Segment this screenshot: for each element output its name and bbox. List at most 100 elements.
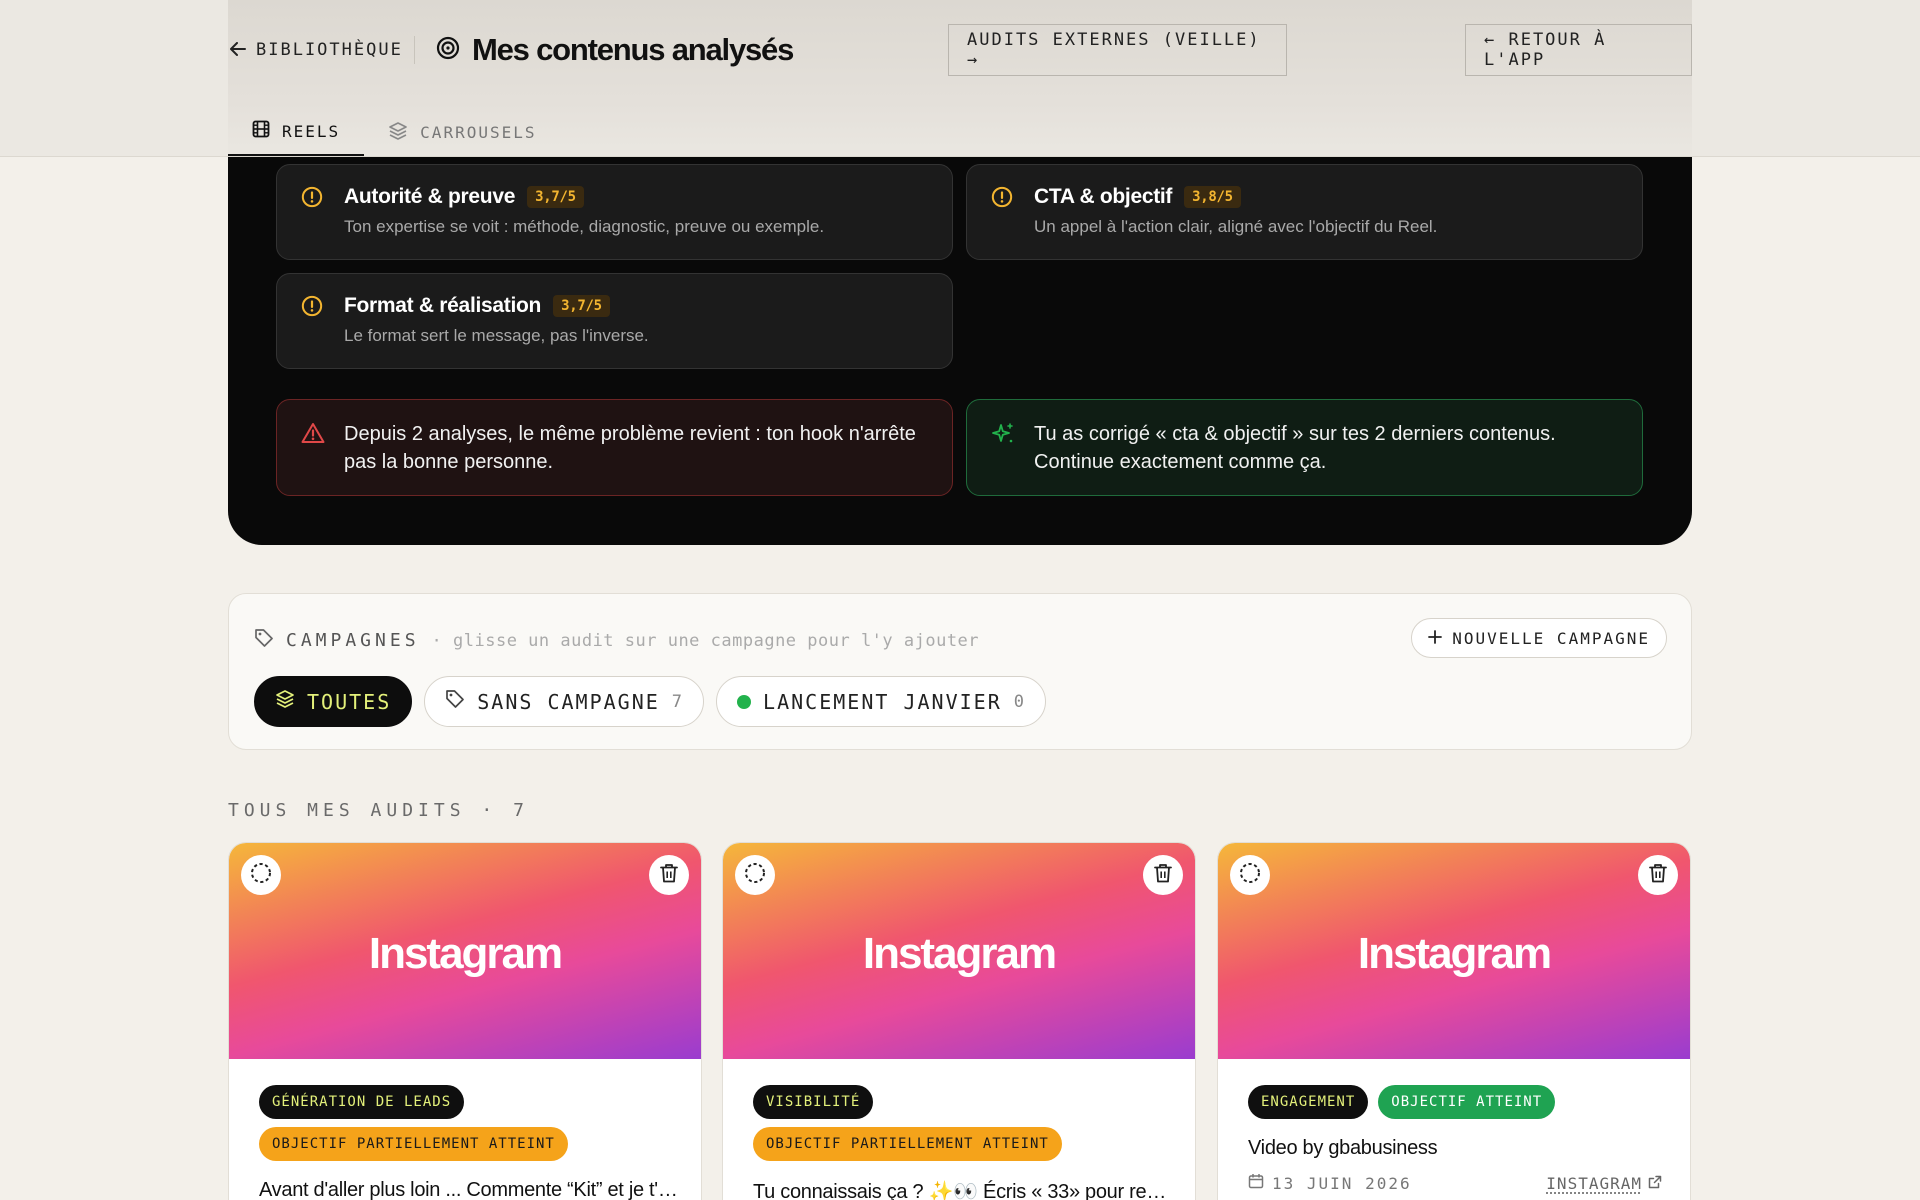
tab-carrousels[interactable]: CARROUSELS [364,108,560,157]
tab-label: REELS [282,121,341,141]
tag-icon [254,628,274,653]
criterion-score: 3,7/5 [553,295,610,317]
campaign-filter-chips: TOUTES SANS CAMPAGNE 7 LANCEMENT JANVIER… [254,676,1046,727]
header-divider [414,36,415,64]
select-toggle-button[interactable] [1230,855,1270,895]
open-on-instagram-link[interactable]: INSTAGRAM [1546,1174,1662,1193]
trash-icon [1154,863,1172,888]
chip-count: 0 [1013,691,1025,712]
new-campaign-button[interactable]: NOUVELLE CAMPAGNE [1411,618,1667,658]
criterion-description: Un appel à l'action clair, aligné avec l… [1034,217,1438,236]
plus-icon [1428,629,1443,648]
objective-badge: ENGAGEMENT [1248,1085,1369,1119]
new-campaign-label: NOUVELLE CAMPAGNE [1452,628,1650,648]
campaign-chip-all[interactable]: TOUTES [254,676,413,727]
trash-icon [1649,863,1667,888]
criterion-description: Ton expertise se voit : méthode, diagnos… [344,217,825,236]
recurring-problem-alert: Depuis 2 analyses, le même problème revi… [276,399,953,496]
criterion-score: 3,8/5 [1184,186,1241,208]
return-to-app-button[interactable]: ← RETOUR À L'APP [1465,24,1692,76]
target-icon [436,36,460,65]
campaign-chip-no-campaign[interactable]: SANS CAMPAGNE 7 [424,676,705,727]
criterion-card-format: Format & réalisation 3,7/5 Le format sert… [276,273,953,369]
layers-icon [388,121,408,145]
delete-audit-button[interactable] [649,855,689,895]
audit-date: 13 JUIN 2026 [1248,1173,1412,1193]
instagram-wordmark: Instagram [1357,929,1552,978]
instagram-wordmark: Instagram [368,929,563,978]
select-toggle-button[interactable] [241,855,281,895]
external-audits-button[interactable]: AUDITS EXTERNES (VEILLE) → [948,24,1287,76]
audit-date-text: 13 JUIN 2026 [1272,1173,1412,1193]
audit-meta: 13 JUIN 2026 INSTAGRAM [1248,1171,1662,1195]
arrow-left-icon [230,40,246,61]
calendar-icon [1248,1173,1264,1193]
warning-triangle-icon [301,422,325,449]
improvement-alert: Tu as corrigé « cta & objectif » sur tes… [966,399,1643,496]
external-link-icon [1648,1174,1662,1193]
warning-circle-icon [991,186,1013,213]
sparkles-icon [991,422,1015,451]
result-badge: OBJECTIF ATTEINT [1378,1085,1556,1119]
criterion-name: CTA & objectif 3,8/5 [1034,185,1241,209]
back-link-label: BIBLIOTHÈQUE [256,40,403,60]
objective-badge: VISIBILITÉ [753,1085,874,1119]
chip-label: LANCEMENT JANVIER [763,689,1002,714]
criterion-description: Le format sert le message, pas l'inverse… [344,326,649,345]
top-header: BIBLIOTHÈQUE Mes contenus analysés AUDIT… [0,0,1920,157]
alert-message: Depuis 2 analyses, le même problème revi… [344,423,916,473]
criterion-name: Autorité & preuve 3,7/5 [344,185,584,209]
audit-card[interactable]: Instagram VISIBILITÉ OBJECTIF PARTIELLEM… [722,842,1196,1200]
campaign-chip-lancement-janvier[interactable]: LANCEMENT JANVIER 0 [716,676,1046,727]
dashed-circle-icon [743,861,767,890]
header-bottom-border [0,156,1920,157]
audits-section-title: TOUS MES AUDITS · 7 [228,800,529,821]
criterion-card-cta: CTA & objectif 3,8/5 Un appel à l'action … [966,164,1643,260]
delete-audit-button[interactable] [1638,855,1678,895]
audit-thumbnail: Instagram [229,843,701,1059]
tab-reels[interactable]: REELS [228,108,365,157]
platform-link-label: INSTAGRAM [1546,1173,1642,1193]
alert-message: Tu as corrigé « cta & objectif » sur tes… [1034,423,1556,473]
campaigns-section: CAMPAGNES · glisse un audit sur une camp… [228,593,1692,750]
campaigns-title: CAMPAGNES [286,630,420,651]
trash-icon [660,863,678,888]
delete-audit-button[interactable] [1143,855,1183,895]
criterion-name: Format & réalisation 3,7/5 [344,294,610,318]
campaigns-hint: · glisse un audit sur une campagne pour … [431,630,980,651]
result-badge: OBJECTIF PARTIELLEMENT ATTEINT [753,1127,1062,1161]
tab-label: CARROUSELS [420,123,537,142]
audit-badges: ENGAGEMENT OBJECTIF ATTEINT [1248,1085,1668,1119]
instagram-wordmark: Instagram [862,929,1057,978]
warning-circle-icon [301,295,323,322]
result-badge: OBJECTIF PARTIELLEMENT ATTEINT [259,1127,568,1161]
audit-thumbnail: Instagram [1218,843,1690,1059]
criterion-card-authority: Autorité & preuve 3,7/5 Ton expertise se … [276,164,953,260]
tag-icon [445,689,465,714]
warning-circle-icon [301,186,323,213]
audit-card[interactable]: Instagram GÉNÉRATION DE LEADS OBJECTIF P… [228,842,702,1200]
page-title: Mes contenus analysés [436,30,794,70]
page-title-text: Mes contenus analysés [472,32,794,67]
chip-label: SANS CAMPAGNE [477,689,660,714]
audit-badges: GÉNÉRATION DE LEADS OBJECTIF PARTIELLEME… [259,1085,679,1161]
dashed-circle-icon [1238,861,1262,890]
audit-title: Video by gbabusiness [1248,1137,1438,1159]
chip-count: 7 [671,691,684,712]
layers-icon [275,689,295,714]
select-toggle-button[interactable] [735,855,775,895]
campaigns-header: CAMPAGNES · glisse un audit sur une camp… [254,628,979,653]
campaign-color-dot [737,694,752,709]
objective-badge: GÉNÉRATION DE LEADS [259,1085,465,1119]
audit-badges: VISIBILITÉ OBJECTIF PARTIELLEMENT ATTEIN… [753,1085,1173,1161]
audit-title: Tu connaissais ça ? ✨👀 Écris « 33» pour … [753,1181,1173,1200]
back-to-library-link[interactable]: BIBLIOTHÈQUE [230,38,403,62]
content-type-tabs: REELS CARROUSELS [228,108,561,157]
dashed-circle-icon [249,861,273,890]
audit-thumbnail: Instagram [723,843,1195,1059]
chip-label: TOUTES [307,689,392,714]
analysis-panel: Autorité & preuve 3,7/5 Ton expertise se … [228,100,1692,545]
audit-title: Avant d'aller plus loin ... Commente “Ki… [259,1179,679,1200]
audit-card[interactable]: Instagram ENGAGEMENT OBJECTIF ATTEINT Vi… [1217,842,1691,1200]
film-icon [252,120,270,142]
